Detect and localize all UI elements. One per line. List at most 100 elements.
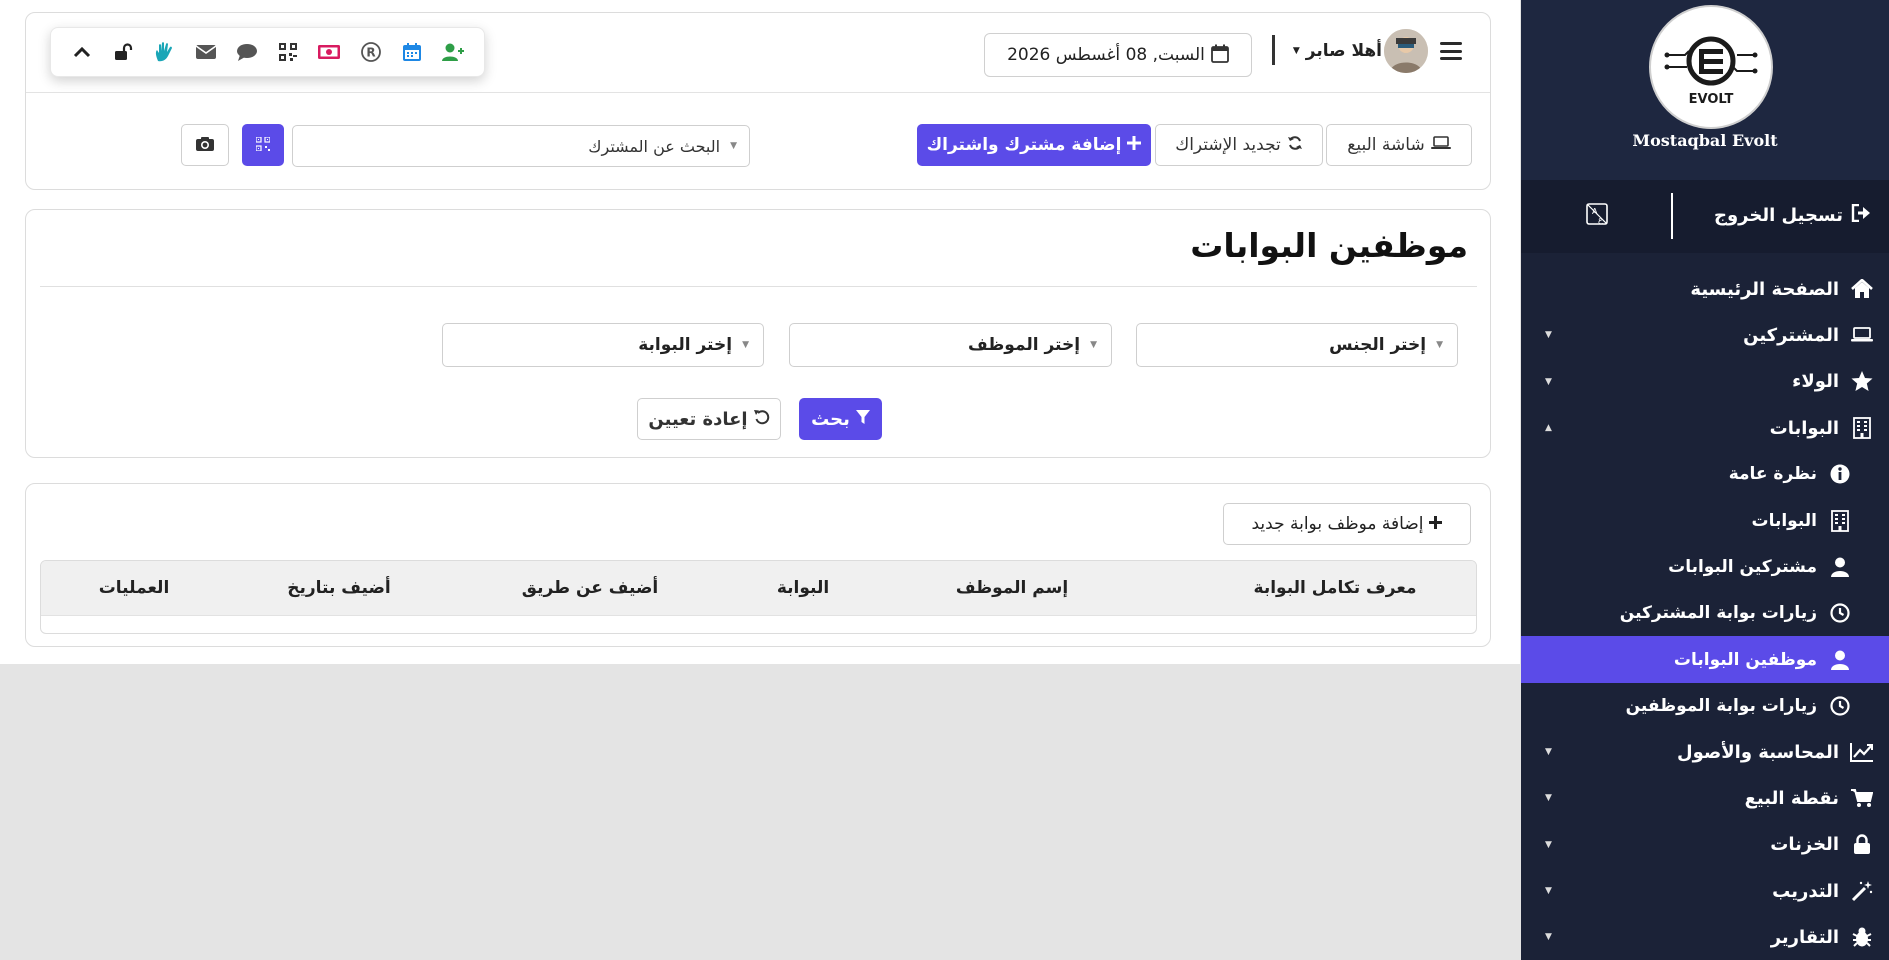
chat-icon[interactable] [235,40,259,64]
svg-text:ع: ع [1598,215,1603,224]
camera-button[interactable] [181,124,229,166]
gender-select[interactable]: ▼ إختر الجنس [1136,323,1458,367]
date-text: السبت, 08 أغسطس 2026 [1007,45,1205,65]
renew-subscription-label: تجديد الإشتراك [1175,135,1281,155]
pos-screen-button[interactable]: شاشة البيع [1326,124,1472,166]
registered-icon[interactable]: R [359,40,383,64]
laptop-icon [1430,136,1451,154]
building-icon [1827,509,1853,532]
sidebar-item[interactable]: نقطة البيع ▼ [1521,775,1889,821]
renew-subscription-button[interactable]: تجديد الإشتراك [1155,124,1323,166]
gender-select-label: إختر الجنس [1329,335,1427,355]
column-header-added-by[interactable]: أضيف عن طريق [522,578,658,598]
column-header-integration-id[interactable]: معرف تكامل البوابة [1254,578,1417,598]
unlock-icon[interactable] [111,40,135,64]
date-display: السبت, 08 أغسطس 2026 [984,33,1252,77]
money-icon[interactable] [317,40,341,64]
sidebar-item[interactable]: موظفين البوابات [1521,636,1889,683]
quick-toolbar: R [50,27,485,77]
employee-select[interactable]: ▼ إختر الموظف [789,323,1112,367]
sidebar-item-label: التقارير [1770,926,1839,948]
logout-button[interactable]: تسجيل الخروج [1714,203,1871,226]
avatar[interactable] [1384,29,1428,73]
plus-icon [1429,515,1443,533]
logo-text: EVOLT [1689,92,1734,107]
sidebar: EVOLT Mostaqbal Evolt تسجيل الخروج Aع ال… [1521,0,1889,960]
caret-down-icon: ▼ [1545,885,1552,896]
column-header-employee-name[interactable]: إسم الموظف [956,578,1068,598]
sidebar-item[interactable]: مشتركين البوابات [1521,544,1889,590]
laptop-icon [1849,324,1875,346]
chart-line-icon [1849,741,1875,763]
table-header: معرف تكامل البوابة إسم الموظف البوابة أض… [41,561,1476,616]
lock-icon [1849,834,1875,856]
add-user-icon[interactable] [441,40,465,64]
sidebar-item-label: زيارات بوابة الموظفين [1625,695,1817,716]
brand-logo[interactable]: EVOLT [1649,5,1773,129]
qrcode-icon[interactable] [276,40,300,64]
employee-select-label: إختر الموظف [968,335,1081,355]
sidebar-item-label: نظرة عامة [1728,464,1817,485]
calendar-icon[interactable] [400,40,424,64]
sidebar-item[interactable]: زيارات بوابة الموظفين [1521,683,1889,729]
gate-select[interactable]: ▼ إختر البوابة [442,323,764,367]
caret-up-icon: ▲ [1545,422,1552,433]
hand-icon[interactable] [152,40,176,64]
sidebar-item[interactable]: الصفحة الرئيسية [1521,266,1889,312]
sidebar-item-label: البوابات [1751,510,1818,531]
sidebar-item[interactable]: الولاء ▼ [1521,359,1889,405]
column-header-actions[interactable]: العمليات [99,578,170,598]
logout-row: تسجيل الخروج Aع [1521,180,1889,253]
add-member-subscription-button[interactable]: إضافة مشترك واشتراك [917,124,1151,166]
calendar-icon [1211,44,1229,67]
add-gate-employee-button[interactable]: إضافة موظف بوابة جديد [1223,503,1471,545]
column-header-added-date[interactable]: أضيف بتاريخ [287,578,391,598]
header-divider [26,92,1490,93]
qr-scan-button[interactable] [242,124,284,166]
reset-button[interactable]: إعادة تعيين [637,398,781,440]
gate-select-label: إختر البوابة [638,335,733,355]
sidebar-item-label: البوابات [1769,417,1839,439]
sidebar-item-label: الصفحة الرئيسية [1690,278,1839,300]
sidebar-item[interactable]: التقارير ▼ [1521,914,1889,960]
sidebar-item-label: موظفين البوابات [1673,649,1817,670]
plus-icon [1127,136,1142,154]
caret-down-icon: ▼ [1545,839,1552,850]
menu-toggle-icon[interactable] [1440,42,1462,60]
sidebar-item[interactable]: البوابات ▲ [1521,405,1889,451]
main-area: R ▼ أهلا صابر السبت, 08 أغسطس 2026 شاشة … [0,0,1520,664]
language-icon[interactable]: Aع [1586,202,1608,226]
clock-icon [1827,602,1853,624]
column-header-gate[interactable]: البوابة [777,578,829,598]
user-greeting[interactable]: ▼ أهلا صابر [1293,41,1382,61]
qrcode-icon [255,135,271,154]
sidebar-item[interactable]: البوابات [1521,497,1889,543]
member-search-select[interactable]: ▼ البحث عن المشترك [292,125,750,167]
member-search-placeholder: البحث عن المشترك [588,136,721,156]
caret-down-icon: ▼ [742,340,749,350]
brand-box: EVOLT Mostaqbal Evolt [1521,0,1889,180]
sidebar-item[interactable]: الخزنات ▼ [1521,822,1889,868]
sidebar-item-label: الولاء [1792,371,1839,393]
data-table: معرف تكامل البوابة إسم الموظف البوابة أض… [40,560,1477,634]
chevron-up-icon[interactable] [70,40,94,64]
sidebar-item[interactable]: التدريب ▼ [1521,868,1889,914]
filter-divider [40,286,1477,287]
page-title: موظفين البوابات [1190,226,1468,265]
reset-button-label: إعادة تعيين [648,408,748,430]
caret-down-icon: ▼ [1545,932,1552,943]
add-gate-employee-label: إضافة موظف بوابة جديد [1251,514,1424,534]
sidebar-item[interactable]: نظرة عامة [1521,451,1889,497]
caret-down-icon: ▼ [1545,376,1552,387]
search-button[interactable]: بحث [799,398,882,440]
svg-text:R: R [366,46,375,60]
caret-down-icon: ▼ [1545,746,1552,757]
sidebar-item[interactable]: المحاسبة والأصول ▼ [1521,729,1889,775]
envelope-icon[interactable] [194,40,218,64]
building-icon [1849,417,1875,439]
user-area: ▼ أهلا صابر [1293,29,1462,73]
caret-down-icon: ▼ [730,141,737,151]
sidebar-item[interactable]: المشتركين ▼ [1521,312,1889,358]
sidebar-item[interactable]: زيارات بوابة المشتركين [1521,590,1889,636]
table-card: إضافة موظف بوابة جديد معرف تكامل البوابة… [25,483,1491,647]
